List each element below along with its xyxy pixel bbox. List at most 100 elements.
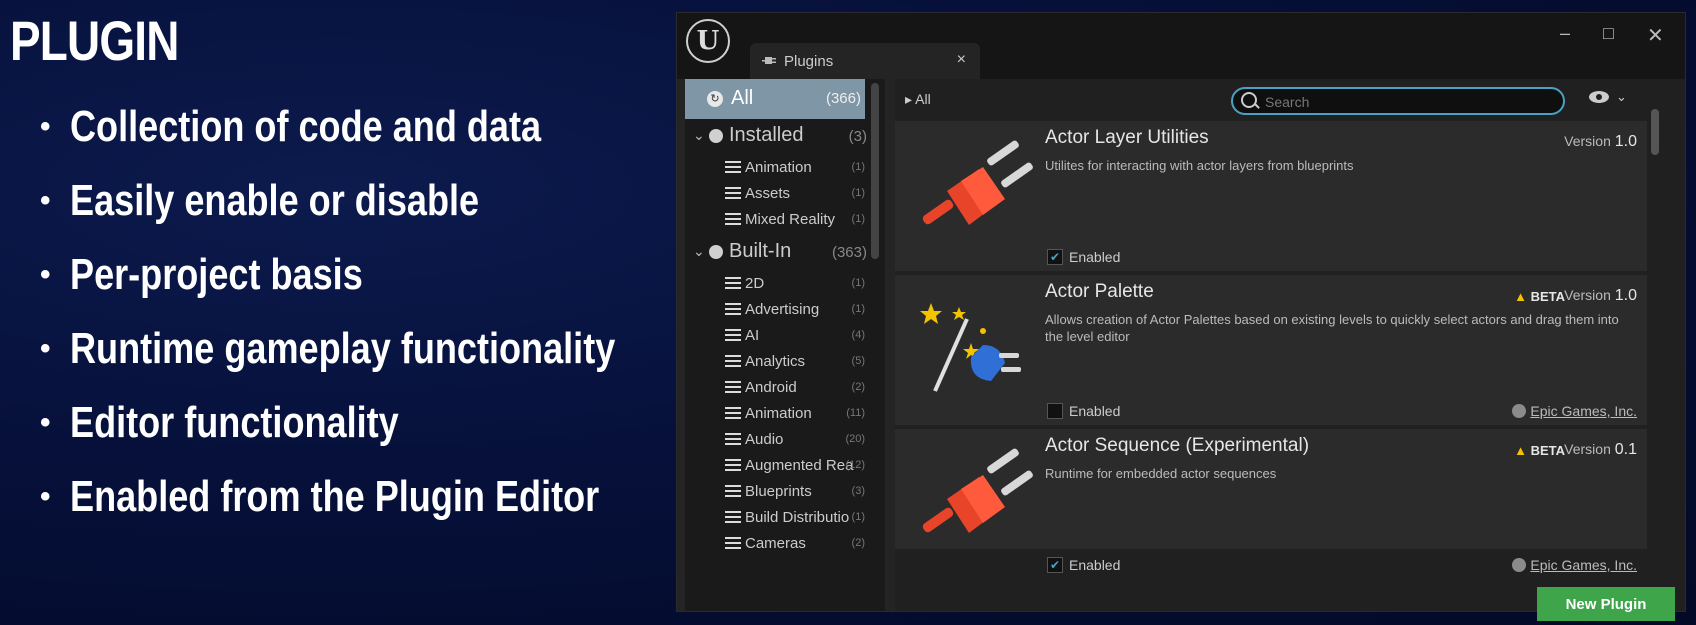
list-icon: [725, 511, 741, 525]
list-icon: [725, 187, 741, 201]
sidebar-scrollbar[interactable]: [871, 83, 879, 259]
bullet-item: • Runtime gameplay functionality: [40, 324, 616, 373]
sidebar-item-label: Build Distributio: [745, 509, 850, 526]
plugin-name: Actor Sequence (Experimental): [1045, 435, 1310, 456]
sidebar-item-count: (20): [845, 433, 865, 445]
bullet-list: • Collection of code and data • Easily ena…: [40, 90, 735, 534]
list-icon: [725, 407, 741, 421]
sidebar-item-label: Animation: [745, 405, 812, 422]
sidebar-item-label: Mixed Reality: [745, 211, 836, 228]
breadcrumb-label: All: [915, 91, 931, 107]
search-input[interactable]: [1263, 91, 1557, 113]
sidebar-item-build-distribution[interactable]: Build Distributio (1): [685, 505, 871, 531]
sidebar-item-mixed-reality[interactable]: Mixed Reality (1): [685, 207, 871, 233]
enabled-label: Enabled: [1069, 249, 1121, 265]
category-label: Installed: [729, 124, 804, 146]
sidebar-item-assets[interactable]: Assets (1): [685, 181, 871, 207]
unreal-logo-icon[interactable]: U: [686, 19, 730, 63]
enabled-label: Enabled: [1069, 557, 1121, 573]
category-all[interactable]: ↻ All (366): [685, 79, 865, 119]
sidebar-item-label: Analytics: [745, 353, 806, 370]
sidebar-item-android[interactable]: Android (2): [685, 375, 871, 401]
maximize-button[interactable]: □: [1603, 23, 1614, 44]
list-icon: [725, 355, 741, 369]
plugin-card[interactable]: Actor Sequence (Experimental) Runtime fo…: [895, 429, 1647, 573]
breadcrumb[interactable]: ▸ All: [905, 91, 931, 108]
plugin-description: Runtime for embedded actor sequences: [1045, 466, 1277, 481]
category-label: All: [731, 87, 754, 109]
list-icon: [725, 277, 741, 291]
list-icon: [725, 485, 741, 499]
tab-plugins[interactable]: Plugins ×: [750, 43, 980, 79]
bullet-item: • Editor functionality: [40, 398, 399, 447]
sidebar-item-animation[interactable]: Animation (1): [685, 155, 871, 181]
sidebar-item-count: (3): [851, 485, 865, 497]
list-icon: [725, 433, 741, 447]
plugin-description: Utilites for interacting with actor laye…: [1045, 158, 1354, 173]
sidebar-item-label: Augmented Rea: [745, 457, 854, 474]
author-link[interactable]: Epic Games, Inc.: [1512, 557, 1637, 573]
plug-icon: [762, 52, 778, 68]
new-plugin-button[interactable]: New Plugin: [1537, 587, 1675, 621]
sidebar-item-blueprints[interactable]: Blueprints (3): [685, 479, 871, 505]
tab-label: Plugins: [784, 53, 834, 70]
plugin-version: Version 1.0: [1564, 287, 1637, 304]
sidebar-item-analytics[interactable]: Analytics (5): [685, 349, 871, 375]
search-box[interactable]: [1231, 87, 1565, 115]
globe-icon: [1512, 404, 1527, 418]
sidebar-item-cameras[interactable]: Cameras (2): [685, 531, 871, 557]
bullet-item: • Per-project basis: [40, 250, 363, 299]
window-body: ↻ All (366) ⌄ Installed (3) Animation (1)…: [677, 79, 1685, 621]
list-icon: [725, 161, 741, 175]
minimize-button[interactable]: –: [1560, 23, 1570, 44]
list-icon: [725, 303, 741, 317]
plugins-window: U Plugins × – □ ✕ ↻ All (366) ⌄ Installe…: [676, 12, 1686, 621]
beta-badge: ▲ BETA: [1514, 289, 1565, 304]
sidebar-item-count: (1): [851, 511, 865, 523]
sidebar-item-count: (1): [851, 213, 865, 225]
sidebar-item-advertising[interactable]: Advertising (1): [685, 297, 871, 323]
magic-wand-plug-icon: [920, 303, 1021, 392]
eye-icon[interactable]: [1589, 91, 1609, 103]
search-icon: [1241, 92, 1257, 108]
sidebar-item-audio[interactable]: Audio (20): [685, 427, 871, 453]
tab-close-icon[interactable]: ×: [957, 51, 966, 69]
sidebar-item-label: Assets: [745, 185, 791, 202]
bullet-item: • Easily enable or disable: [40, 176, 480, 225]
sidebar-item-augmented-reality[interactable]: Augmented Rea (12): [685, 453, 871, 479]
list-icon: [725, 459, 741, 473]
sidebar-item-animation[interactable]: Animation (11): [685, 401, 871, 427]
sidebar-item-label: Cameras: [745, 535, 806, 552]
sidebar-item-count: (2): [851, 537, 865, 549]
sidebar-item-label: Advertising: [745, 301, 820, 318]
sidebar-item-count: (1): [851, 187, 865, 199]
sidebar-item-2d[interactable]: 2D (1): [685, 271, 871, 297]
sidebar-item-count: (11): [846, 407, 865, 419]
category-label: Built-In: [729, 240, 792, 262]
chevron-down-icon[interactable]: ⌄: [1616, 89, 1627, 105]
globe-icon: [1512, 558, 1527, 572]
sidebar-item-label: 2D: [745, 275, 765, 292]
chevron-down-icon[interactable]: ⌄: [693, 243, 705, 260]
sidebar-item-count: (4): [851, 329, 865, 341]
plug-icon: [922, 140, 1033, 225]
sidebar-item-label: Animation: [745, 159, 812, 176]
category-sidebar: ↻ All (366) ⌄ Installed (3) Animation (1)…: [685, 79, 885, 611]
sidebar-item-ai[interactable]: AI (4): [685, 323, 871, 349]
enabled-checkbox[interactable]: ✔: [1047, 249, 1063, 265]
chevron-down-icon[interactable]: ⌄: [693, 127, 705, 144]
slide-title: PLUGIN: [10, 9, 179, 72]
list-icon: [725, 537, 741, 551]
list-scrollbar[interactable]: [1651, 109, 1659, 155]
enabled-checkbox[interactable]: ✔: [1047, 557, 1063, 573]
category-count: (363): [831, 244, 867, 261]
close-window-button[interactable]: ✕: [1647, 23, 1664, 48]
author-link[interactable]: Epic Games, Inc.: [1512, 403, 1637, 419]
plugin-card[interactable]: Actor Palette Allows creation of Actor P…: [895, 275, 1647, 425]
category-installed[interactable]: ⌄ Installed (3): [685, 119, 871, 153]
bullet-item: • Enabled from the Plugin Editor: [40, 472, 600, 521]
enabled-checkbox[interactable]: [1047, 403, 1063, 419]
plugin-card[interactable]: Actor Layer Utilities Utilites for inter…: [895, 121, 1647, 271]
category-built-in[interactable]: ⌄ Built-In (363): [685, 235, 871, 269]
beta-badge: ▲ BETA: [1514, 443, 1565, 458]
